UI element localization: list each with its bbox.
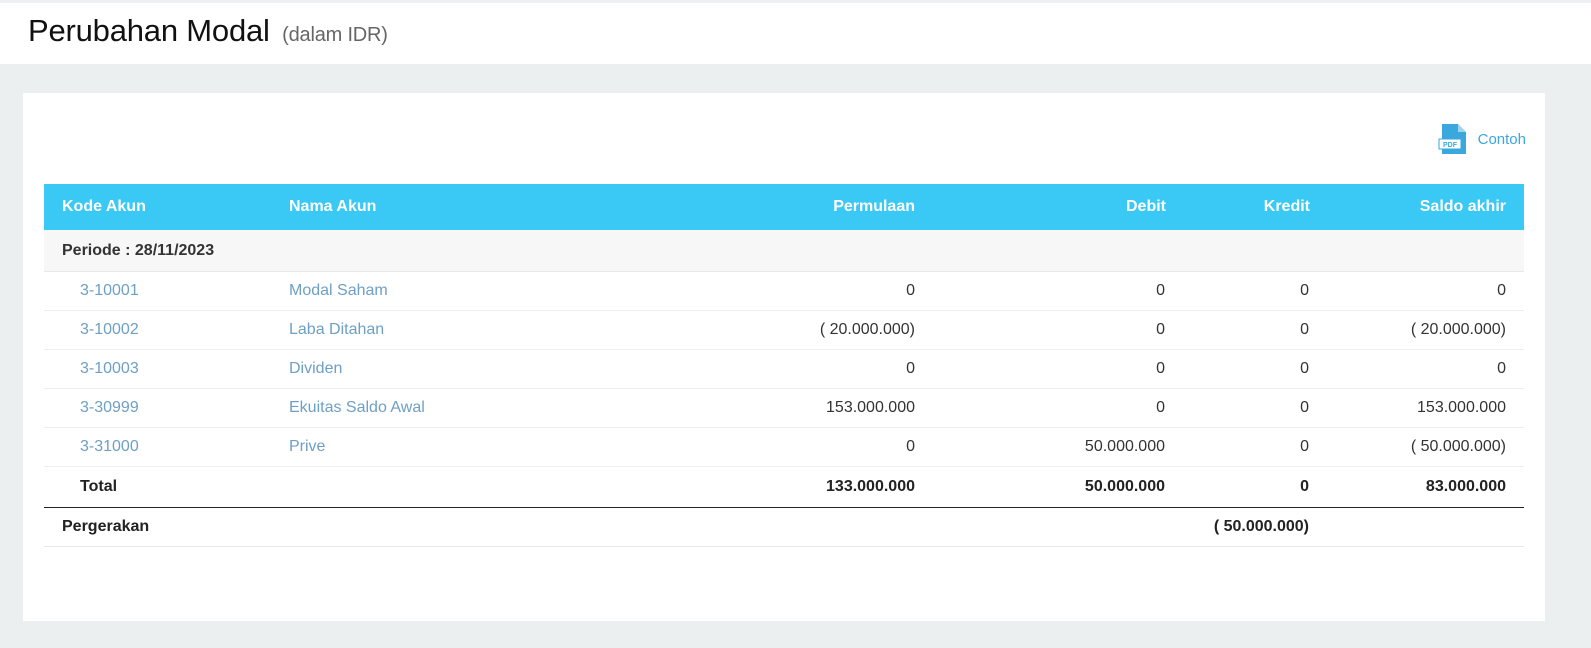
account-code-link[interactable]: 3-31000 — [80, 438, 139, 455]
svg-text:PDF: PDF — [1443, 142, 1458, 149]
account-code-link[interactable]: 3-10002 — [80, 321, 139, 338]
cell-permulaan: ( 20.000.000) — [530, 310, 915, 350]
page-title-text: Perubahan Modal — [28, 13, 270, 48]
pergerakan-empty-cell — [915, 507, 1166, 547]
cell-kredit: 0 — [1166, 388, 1310, 428]
account-name-link[interactable]: Prive — [289, 438, 325, 455]
total-empty-cell — [271, 466, 530, 508]
pergerakan-empty-cell — [271, 507, 530, 547]
table-row: 3-10002 Laba Ditahan ( 20.000.000) 0 0 (… — [44, 310, 1524, 350]
cell-kredit: 0 — [1166, 349, 1310, 389]
cell-debit: 0 — [915, 388, 1166, 428]
cell-permulaan: 0 — [530, 427, 915, 467]
table-row: 3-10003 Dividen 0 0 0 0 — [44, 349, 1524, 389]
report-card: PDF Contoh Kode Akun Nama Akun Permulaan… — [23, 93, 1545, 621]
column-saldo-akhir[interactable]: Saldo akhir — [1310, 184, 1524, 230]
account-name-link[interactable]: Laba Ditahan — [289, 321, 384, 338]
cell-saldo: 153.000.000 — [1310, 388, 1524, 428]
account-code-link[interactable]: 3-10001 — [80, 282, 139, 299]
page-header: Perubahan Modal (dalam IDR) — [0, 0, 1591, 64]
equity-change-table: Kode Akun Nama Akun Permulaan Debit Kred… — [44, 184, 1524, 547]
period-row: Periode : 28/11/2023 — [44, 230, 1524, 272]
column-permulaan[interactable]: Permulaan — [530, 184, 915, 230]
table-row: 3-30999 Ekuitas Saldo Awal 153.000.000 0… — [44, 388, 1524, 428]
total-debit: 50.000.000 — [915, 466, 1166, 508]
column-nama-akun[interactable]: Nama Akun — [271, 184, 530, 230]
page-title: Perubahan Modal (dalam IDR) — [28, 13, 388, 49]
total-label: Total — [44, 466, 271, 508]
account-name-link[interactable]: Dividen — [289, 360, 342, 377]
cell-kredit: 0 — [1166, 427, 1310, 467]
cell-saldo: 0 — [1310, 349, 1524, 389]
cell-kredit: 0 — [1166, 310, 1310, 350]
pdf-icon: PDF — [1438, 124, 1466, 154]
column-debit[interactable]: Debit — [915, 184, 1166, 230]
column-kredit[interactable]: Kredit — [1166, 184, 1310, 230]
pergerakan-label: Pergerakan — [44, 507, 271, 547]
cell-saldo: ( 20.000.000) — [1310, 310, 1524, 350]
cell-saldo: ( 50.000.000) — [1310, 427, 1524, 467]
total-permulaan: 133.000.000 — [530, 466, 915, 508]
account-name-link[interactable]: Modal Saham — [289, 282, 388, 299]
account-code-link[interactable]: 3-30999 — [80, 399, 139, 416]
cell-permulaan: 0 — [530, 271, 915, 311]
total-row: Total 133.000.000 50.000.000 0 83.000.00… — [44, 466, 1524, 508]
cell-debit: 0 — [915, 310, 1166, 350]
account-name-link[interactable]: Ekuitas Saldo Awal — [289, 399, 425, 416]
cell-kredit: 0 — [1166, 271, 1310, 311]
table-row: 3-10001 Modal Saham 0 0 0 0 — [44, 271, 1524, 311]
table-header-row: Kode Akun Nama Akun Permulaan Debit Kred… — [44, 184, 1524, 230]
total-kredit: 0 — [1166, 466, 1310, 508]
total-saldo: 83.000.000 — [1310, 466, 1524, 508]
table-row: 3-31000 Prive 0 50.000.000 0 ( 50.000.00… — [44, 427, 1524, 467]
export-pdf-button[interactable]: PDF Contoh — [1438, 123, 1526, 155]
cell-saldo: 0 — [1310, 271, 1524, 311]
column-kode-akun[interactable]: Kode Akun — [44, 184, 271, 230]
export-label: Contoh — [1477, 130, 1526, 148]
cell-permulaan: 0 — [530, 349, 915, 389]
account-code-link[interactable]: 3-10003 — [80, 360, 139, 377]
cell-debit: 50.000.000 — [915, 427, 1166, 467]
cell-debit: 0 — [915, 271, 1166, 311]
cell-debit: 0 — [915, 349, 1166, 389]
pergerakan-value: ( 50.000.000) — [1166, 507, 1310, 547]
pergerakan-row: Pergerakan ( 50.000.000) — [44, 507, 1524, 547]
pergerakan-empty-cell — [1310, 507, 1524, 547]
period-label: Periode : 28/11/2023 — [44, 230, 1524, 272]
page-subtitle: (dalam IDR) — [282, 24, 388, 46]
cell-permulaan: 153.000.000 — [530, 388, 915, 428]
pergerakan-empty-cell — [530, 507, 915, 547]
